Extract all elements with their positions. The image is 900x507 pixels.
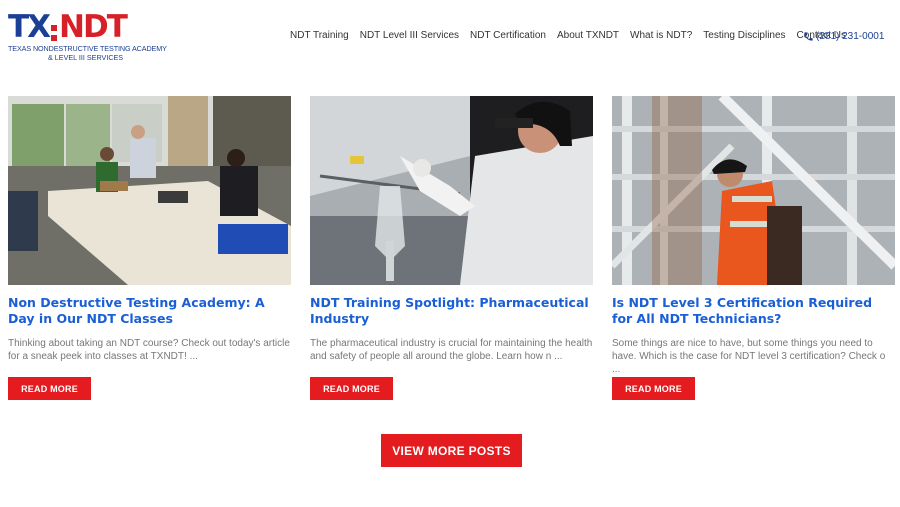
logo-colon-icon [50,19,58,43]
post-excerpt: Some things are nice to have, but some t… [612,338,886,375]
read-more-button[interactable]: READ MORE [310,377,393,400]
phone-number: (281) 231-0001 [816,31,885,42]
phone-icon [804,32,813,41]
nav-item-what-is-ndt[interactable]: What is NDT? [630,30,692,41]
logo-tagline-line2: & LEVEL III SERVICES [48,53,124,62]
post-card: Non Destructive Testing Academy: A Day i… [8,96,291,400]
logo-tagline-line1: TEXAS NONDESTRUCTIVE TESTING ACADEMY [8,44,167,53]
post-title[interactable]: NDT Training Spotlight: Pharmaceutical I… [310,295,593,328]
main-navigation: NDT Training NDT Level III Services NDT … [290,28,846,42]
site-logo[interactable]: TX NDT TEXAS NONDESTRUCTIVE TESTING ACAD… [8,12,167,63]
post-card: Is NDT Level 3 Certification Required fo… [612,96,895,400]
post-image-scaffolding-technician[interactable] [612,96,895,285]
post-image-classroom[interactable] [8,96,291,285]
post-excerpt: Thinking about taking an NDT course? Che… [8,338,290,362]
post-image-pharmaceutical-lab[interactable] [310,96,593,285]
post-excerpt: The pharmaceutical industry is crucial f… [310,338,593,362]
nav-item-testing-disciplines[interactable]: Testing Disciplines [703,30,785,41]
nav-item-ndt-certification[interactable]: NDT Certification [470,30,546,41]
phone-link[interactable]: (281) 231-0001 [803,31,884,42]
read-more-button[interactable]: READ MORE [612,377,695,400]
post-card: NDT Training Spotlight: Pharmaceutical I… [310,96,593,400]
nav-item-ndt-training[interactable]: NDT Training [290,30,349,41]
logo-tx-text: TX [8,9,51,45]
nav-item-ndt-level-iii-services[interactable]: NDT Level III Services [360,30,459,41]
post-title[interactable]: Non Destructive Testing Academy: A Day i… [8,295,291,328]
site-header: TX NDT TEXAS NONDESTRUCTIVE TESTING ACAD… [0,0,900,70]
logo-ndt-text: NDT [59,9,128,45]
post-title[interactable]: Is NDT Level 3 Certification Required fo… [612,295,895,328]
read-more-button[interactable]: READ MORE [8,377,91,400]
logo-mark: TX NDT [8,12,158,43]
view-more-posts-button[interactable]: VIEW MORE POSTS [381,434,522,467]
nav-item-about-txndt[interactable]: About TXNDT [557,30,619,41]
